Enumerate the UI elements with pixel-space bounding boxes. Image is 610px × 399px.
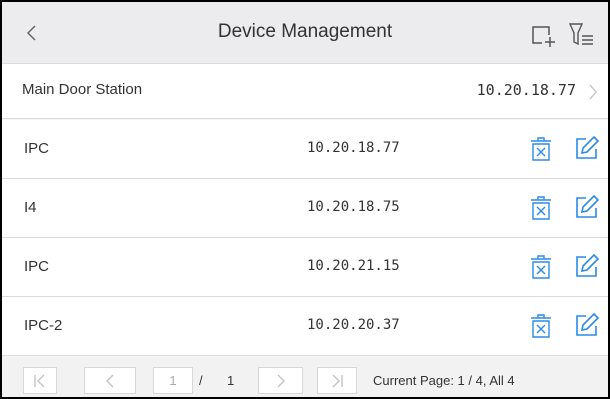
first-page-icon <box>34 374 45 388</box>
page-number-input[interactable]: 1 <box>153 367 193 394</box>
edit-icon <box>576 312 600 336</box>
add-device-icon <box>532 26 555 47</box>
chevron-right-icon <box>589 84 597 100</box>
list-item: IPC 10.20.21.15 <box>2 238 608 297</box>
delete-button[interactable] <box>530 314 552 338</box>
last-page-icon <box>332 374 343 388</box>
prev-page-icon <box>106 374 114 388</box>
device-name: IPC <box>24 140 50 157</box>
delete-button[interactable] <box>530 137 552 161</box>
total-pages: 1 <box>227 373 235 388</box>
main-device-name: Main Door Station <box>22 81 143 98</box>
edit-icon <box>576 253 600 277</box>
pagination-bar: 1 / 1 Current Page: 1 / 4, All 4 <box>2 358 608 397</box>
list-item: I4 10.20.18.75 <box>2 179 608 238</box>
edit-icon <box>576 194 600 218</box>
device-ip: 10.20.18.77 <box>307 140 400 156</box>
header-bar: Device Management <box>2 2 608 64</box>
last-page-button[interactable] <box>317 367 357 394</box>
delete-button[interactable] <box>530 196 552 220</box>
list-item: IPC 10.20.18.77 <box>2 120 608 179</box>
main-device-ip: 10.20.18.77 <box>476 81 576 99</box>
edit-button[interactable] <box>574 312 600 338</box>
trash-icon <box>531 137 551 161</box>
page-separator: / <box>199 373 203 388</box>
trash-icon <box>531 255 551 279</box>
edit-button[interactable] <box>574 194 600 220</box>
device-name: IPC <box>24 258 50 275</box>
device-ip: 10.20.18.75 <box>307 199 400 215</box>
delete-button[interactable] <box>530 255 552 279</box>
list-item: IPC-2 10.20.20.37 <box>2 297 608 356</box>
next-page-icon <box>277 374 285 388</box>
main-device-row[interactable]: Main Door Station 10.20.18.77 <box>2 64 608 119</box>
first-page-button[interactable] <box>23 367 57 394</box>
filter-button[interactable] <box>568 22 594 48</box>
device-ip: 10.20.20.37 <box>307 317 400 333</box>
trash-icon <box>531 314 551 338</box>
edit-button[interactable] <box>574 253 600 279</box>
device-ip: 10.20.21.15 <box>307 258 400 274</box>
trash-icon <box>531 196 551 220</box>
device-list: IPC 10.20.18.77 I4 10.20.18.75 IPC 10.20… <box>2 120 608 356</box>
device-name: IPC-2 <box>24 317 63 334</box>
page-title: Device Management <box>217 21 393 42</box>
add-device-button[interactable] <box>530 24 556 48</box>
edit-button[interactable] <box>574 135 600 161</box>
device-name: I4 <box>24 199 37 216</box>
page-status: Current Page: 1 / 4, All 4 <box>373 373 515 388</box>
device-management-screen: Device Management Main Door Station 10.2… <box>2 2 608 397</box>
prev-page-button[interactable] <box>84 367 136 394</box>
filter-list-icon <box>568 23 593 46</box>
edit-icon <box>576 135 600 159</box>
next-page-button[interactable] <box>258 367 303 394</box>
